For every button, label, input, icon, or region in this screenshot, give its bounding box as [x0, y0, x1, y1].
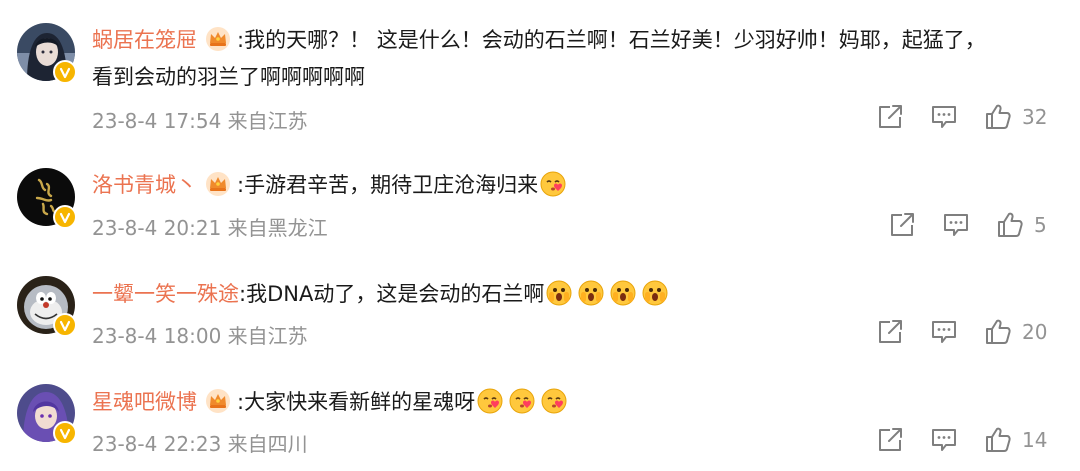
username[interactable]: 星魂吧微博	[92, 390, 197, 414]
verified-badge-icon	[53, 60, 77, 84]
heart-kiss-emoji-icon	[477, 388, 503, 414]
shocked-emoji-icon	[578, 280, 604, 306]
like-count: 5	[1034, 213, 1047, 237]
comment-icon	[944, 214, 968, 236]
like-count: 14	[1022, 428, 1048, 452]
shocked-emoji-icon	[610, 280, 636, 306]
comment-text-line: 星魂吧微博 :大家快来看新鲜的星魂呀	[92, 385, 567, 419]
reply-button[interactable]	[930, 103, 958, 131]
share-icon	[891, 213, 914, 236]
comment-meta: 23-8-4 18:00 来自江苏	[92, 324, 308, 348]
shocked-emoji-icon	[642, 280, 668, 306]
crown-badge-icon	[206, 27, 230, 51]
share-icon	[879, 320, 902, 343]
like-count: 20	[1022, 320, 1048, 344]
comment-text: :我DNA动了，这是会动的石兰啊	[239, 282, 545, 306]
share-icon	[879, 105, 902, 128]
comment-icon	[932, 106, 956, 128]
thumbs-up-icon	[986, 427, 1011, 452]
share-button[interactable]	[888, 211, 916, 239]
heart-kiss-emoji-icon	[541, 388, 567, 414]
username[interactable]: 蜗居在笼屉	[92, 28, 197, 52]
avatar[interactable]	[17, 276, 77, 337]
comment-text-line: 看到会动的羽兰了啊啊啊啊啊	[92, 60, 365, 94]
comment-text-line: 蜗居在笼屉 :我的天哪？！ 这是什么！会动的石兰啊！石兰好美！少羽好帅！妈耶，起猛…	[92, 23, 986, 57]
comment-meta: 23-8-4 22:23 来自四川	[92, 432, 308, 456]
like-button[interactable]: 14	[984, 426, 1047, 454]
avatar[interactable]	[17, 384, 77, 445]
comment-meta: 23-8-4 17:54 来自江苏	[92, 109, 308, 133]
reply-button[interactable]	[930, 318, 958, 346]
share-button[interactable]	[876, 103, 904, 131]
share-icon	[879, 428, 902, 451]
comment-text: 看到会动的羽兰了啊啊啊啊啊	[92, 65, 365, 89]
username[interactable]: 一颦一笑一殊途	[92, 282, 239, 306]
reply-button[interactable]	[930, 426, 958, 454]
thumbs-up-icon	[986, 319, 1011, 344]
username[interactable]: 洛书青城丶	[92, 173, 197, 197]
verified-badge-icon	[53, 421, 77, 445]
like-count: 32	[1022, 105, 1048, 129]
verified-badge-icon	[53, 205, 77, 229]
like-button[interactable]: 20	[984, 318, 1047, 346]
like-button[interactable]: 5	[996, 211, 1047, 239]
comment-text-line: 洛书青城丶 :手游君辛苦，期待卫庄沧海归来	[92, 168, 566, 202]
verified-badge-icon	[53, 313, 77, 337]
comment-icon	[932, 429, 956, 451]
comment-meta: 23-8-4 20:21 来自黑龙江	[92, 216, 328, 240]
heart-kiss-emoji-icon	[509, 388, 535, 414]
shocked-emoji-icon	[546, 280, 572, 306]
reply-button[interactable]	[942, 211, 970, 239]
like-button[interactable]: 32	[984, 103, 1047, 131]
avatar[interactable]	[17, 168, 77, 229]
avatar[interactable]	[17, 23, 77, 84]
heart-kiss-emoji-icon	[540, 171, 566, 197]
comment-text: :手游君辛苦，期待卫庄沧海归来	[237, 173, 539, 197]
share-button[interactable]	[876, 426, 904, 454]
crown-badge-icon	[206, 172, 230, 196]
thumbs-up-icon	[986, 104, 1011, 129]
share-button[interactable]	[876, 318, 904, 346]
comment-text: :我的天哪？！ 这是什么！会动的石兰啊！石兰好美！少羽好帅！妈耶，起猛了，	[237, 28, 986, 52]
crown-badge-icon	[206, 389, 230, 413]
comment-icon	[932, 321, 956, 343]
thumbs-up-icon	[998, 212, 1023, 237]
comment-text-line: 一颦一笑一殊途:我DNA动了，这是会动的石兰啊	[92, 277, 668, 311]
comment-text: :大家快来看新鲜的星魂呀	[237, 390, 476, 414]
